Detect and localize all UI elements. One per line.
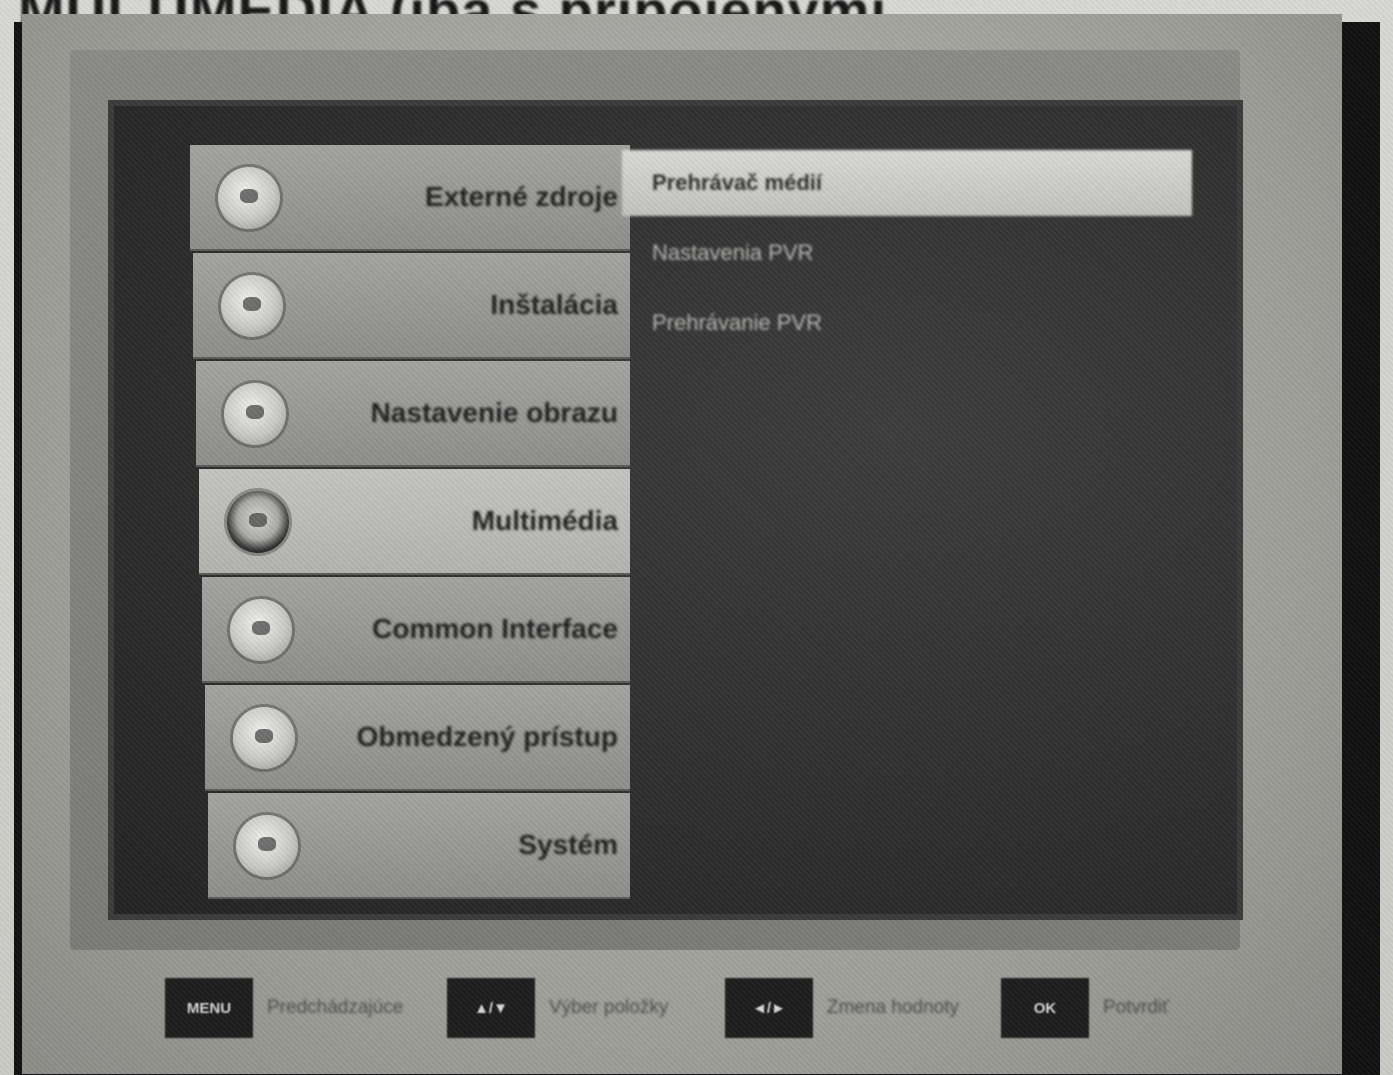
submenu: Prehrávač médií Nastavenia PVR Prehrávan… [622, 150, 1192, 360]
source-icon [218, 167, 280, 229]
picture-settings-icon [224, 383, 286, 445]
system-icon [236, 815, 298, 877]
left-right-key: ◄/► [725, 978, 813, 1038]
menu-item-picture-settings[interactable]: Nastavenie obrazu [196, 361, 630, 465]
hint-ok: OK Potvrdiť [1001, 978, 1169, 1038]
common-interface-icon [230, 599, 292, 661]
menu-item-label: Systém [518, 829, 618, 860]
hint-label: Predchádzajúce [267, 997, 404, 1018]
hint-label: Zmena hodnoty [827, 997, 960, 1018]
up-down-key: ▲/▼ [447, 978, 535, 1038]
hint-menu: MENU Predchádzajúce [165, 978, 403, 1038]
hint-label: Potvrdiť [1103, 997, 1170, 1018]
submenu-item-pvr-playback[interactable]: Prehrávanie PVR [622, 290, 1192, 356]
hint-label: Výber položky [549, 997, 669, 1018]
menu-item-label: Multimédia [471, 505, 618, 536]
menu-item-multimedia[interactable]: Multimédia [199, 469, 630, 573]
menu-item-system[interactable]: Systém [208, 793, 630, 897]
menu-item-label: Externé zdroje [425, 181, 618, 212]
key-hints-bar: MENU Predchádzajúce ▲/▼ Výber položky ◄/… [165, 978, 1285, 1048]
menu-item-label: Nastavenie obrazu [370, 397, 618, 428]
hint-adjust: ◄/► Zmena hodnoty [725, 978, 959, 1038]
multimedia-icon [227, 491, 289, 553]
menu-item-label: Obmedzený prístup [356, 721, 618, 752]
menu-item-installation[interactable]: Inštalácia [193, 253, 630, 357]
parental-lock-icon [233, 707, 295, 769]
menu-key: MENU [165, 978, 253, 1038]
hint-select: ▲/▼ Výber položky [447, 978, 668, 1038]
installation-icon [221, 275, 283, 337]
menu-item-parental-lock[interactable]: Obmedzený prístup [205, 685, 630, 789]
menu-item-common-interface[interactable]: Common Interface [202, 577, 630, 681]
ok-key: OK [1001, 978, 1089, 1038]
menu-item-label: Common Interface [372, 613, 618, 644]
submenu-item-media-player[interactable]: Prehrávač médií [622, 150, 1192, 216]
main-menu: Externé zdroje Inštalácia Nastavenie obr… [190, 145, 630, 901]
menu-item-external-sources[interactable]: Externé zdroje [190, 145, 630, 249]
submenu-item-pvr-settings[interactable]: Nastavenia PVR [622, 220, 1192, 286]
menu-item-label: Inštalácia [490, 289, 618, 320]
page: MULTIMEDIA (iba s pripojenými... Externé… [0, 0, 1393, 1075]
